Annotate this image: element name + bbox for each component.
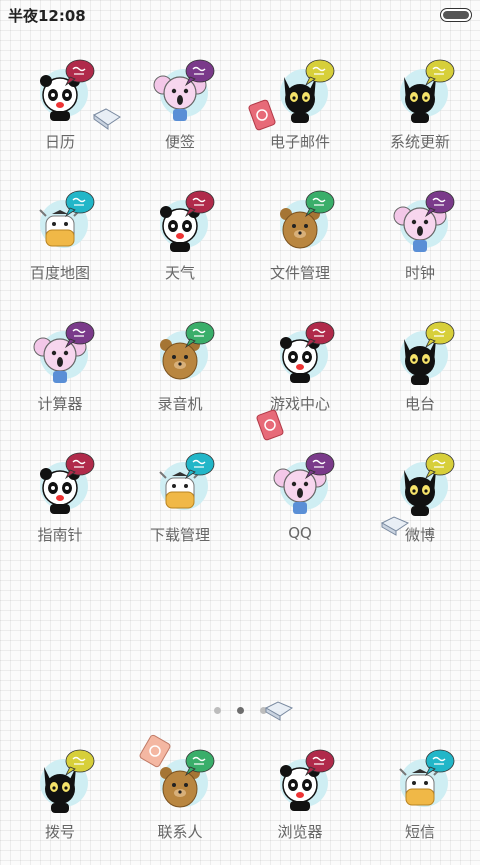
app-label: 浏览器 [277,823,323,841]
app-label: 系统更新 [389,133,450,151]
app-icon-12[interactable]: 指南针 [0,448,120,568]
panda-icon [264,317,336,389]
book-decoration-icon [264,701,294,721]
dock: 拨号 联系人 浏览器 短信 [0,745,480,853]
app-label: 拨号 [44,823,75,841]
card-decoration-icon [248,99,276,131]
app-icon-14[interactable]: QQ [240,448,360,568]
app-label: 联系人 [157,823,203,841]
cat-icon [24,745,96,817]
app-icon-8[interactable]: 计算器 [0,317,120,437]
book-decoration-icon [380,516,410,536]
card-decoration-icon [139,734,171,768]
bear-icon [264,186,336,258]
panda-icon [24,448,96,520]
app-icon-5[interactable]: 天气 [120,186,240,306]
page-dot[interactable] [213,707,221,714]
app-label: 下载管理 [149,526,210,544]
status-time: 半夜12:08 [8,7,86,25]
app-icon-13[interactable]: 下载管理 [120,448,240,568]
bear-icon [144,317,216,389]
book-decoration-icon [93,108,121,130]
app-label: 日历 [44,133,75,151]
app-label: 电子邮件 [269,133,330,151]
app-label: 指南针 [37,526,83,544]
page-dot[interactable] [236,707,244,714]
panda-icon [144,186,216,258]
app-icon-0[interactable]: 拨号 [0,745,120,865]
app-label: 电台 [404,395,435,413]
panda-icon [264,745,336,817]
app-label: 短信 [404,823,435,841]
app-icon-2[interactable]: 浏览器 [240,745,360,865]
app-icon-3[interactable]: 系统更新 [360,55,480,175]
app-icon-15[interactable]: 微博 [360,448,480,568]
app-label: 时钟 [404,264,435,282]
cow-icon [24,186,96,258]
app-icon-9[interactable]: 录音机 [120,317,240,437]
app-label: 计算器 [37,395,83,413]
koala-icon [144,55,216,127]
app-label: 录音机 [157,395,203,413]
cat-icon [384,317,456,389]
battery-icon [440,8,472,22]
app-icon-6[interactable]: 文件管理 [240,186,360,306]
koala-icon [264,448,336,520]
app-icon-4[interactable]: 百度地图 [0,186,120,306]
card-decoration-icon [256,409,284,441]
koala-icon [24,317,96,389]
app-icon-11[interactable]: 电台 [360,317,480,437]
app-icon-7[interactable]: 时钟 [360,186,480,306]
app-label: 便签 [164,133,195,151]
cat-icon [384,55,456,127]
koala-icon [384,186,456,258]
app-label: 微博 [404,526,435,544]
cow-icon [144,448,216,520]
cow-icon [384,745,456,817]
app-icon-3[interactable]: 短信 [360,745,480,865]
app-label: 文件管理 [269,264,330,282]
app-icon-1[interactable]: 便签 [120,55,240,175]
panda-icon [24,55,96,127]
status-bar: 半夜12:08 [0,0,480,28]
page-indicator [0,699,480,718]
app-label: 百度地图 [29,264,90,282]
app-label: QQ [288,524,312,542]
app-label: 天气 [164,264,195,282]
cat-icon [384,448,456,520]
